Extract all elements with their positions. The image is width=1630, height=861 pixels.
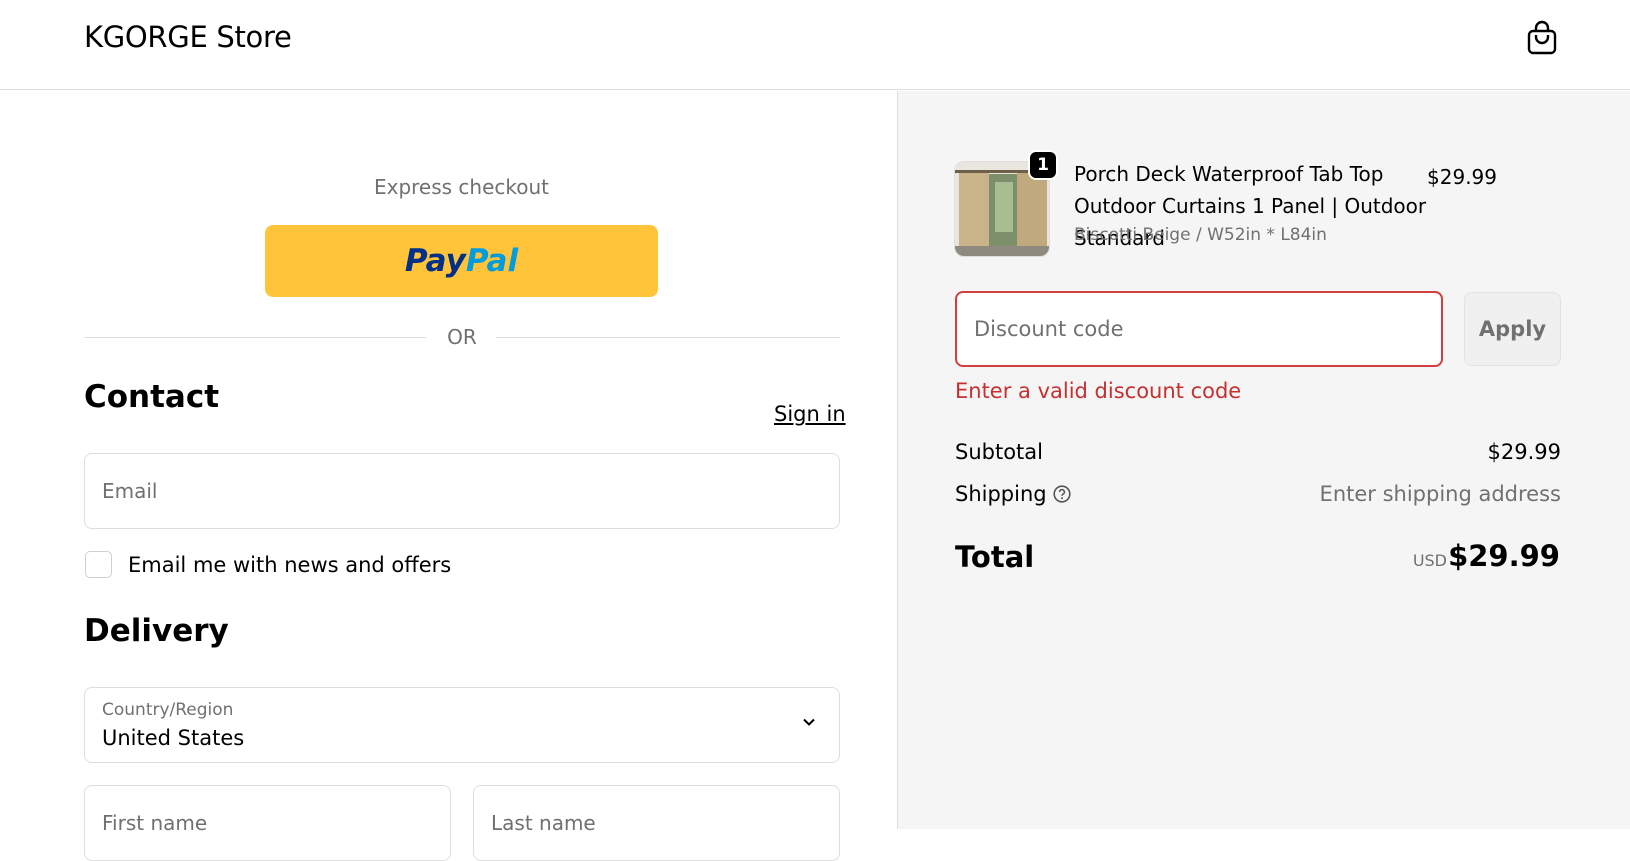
- shipping-label-group: Shipping: [955, 482, 1071, 506]
- chevron-down-icon: [803, 718, 815, 726]
- store-name[interactable]: KGORGE Store: [84, 20, 292, 54]
- subtotal-label: Subtotal: [955, 440, 1043, 464]
- discount-placeholder: Discount code: [974, 317, 1124, 341]
- delivery-title: Delivery: [84, 613, 229, 649]
- email-field[interactable]: Email: [84, 453, 840, 529]
- discount-error-message: Enter a valid discount code: [955, 379, 1242, 403]
- shopping-bag-icon[interactable]: [1526, 20, 1558, 56]
- shipping-label: Shipping: [955, 482, 1047, 506]
- first-name-placeholder: First name: [102, 811, 208, 835]
- first-name-field[interactable]: First name: [84, 785, 451, 861]
- country-label: Country/Region: [102, 700, 234, 720]
- discount-code-input[interactable]: Discount code: [955, 291, 1443, 367]
- express-checkout-label: Express checkout: [373, 175, 550, 199]
- contact-title: Contact: [84, 379, 220, 415]
- divider-line: [496, 337, 840, 338]
- help-icon[interactable]: [1053, 485, 1071, 503]
- order-summary: 1 Porch Deck Waterproof Tab Top Outdoor …: [897, 91, 1630, 829]
- paypal-button[interactable]: Pay Pal: [265, 225, 658, 297]
- subtotal-value: $29.99: [1487, 440, 1561, 464]
- product-variant: Biscotti Beige / W52in * L84in: [1074, 225, 1327, 245]
- newsletter-label: Email me with news and offers: [128, 553, 452, 577]
- paypal-logo-pay: Pay: [404, 243, 466, 279]
- total-currency: USD: [1412, 551, 1447, 570]
- header: KGORGE Store: [0, 0, 1630, 90]
- sign-in-link[interactable]: Sign in: [774, 402, 846, 426]
- last-name-field[interactable]: Last name: [473, 785, 840, 861]
- apply-discount-button[interactable]: Apply: [1464, 292, 1561, 366]
- last-name-placeholder: Last name: [491, 811, 596, 835]
- quantity-badge: 1: [1028, 150, 1058, 180]
- product-price: $29.99: [1427, 165, 1497, 189]
- checkout-form: Express checkout Pay Pal OR Contact Sign …: [0, 91, 897, 861]
- total-value: $29.99: [1448, 539, 1560, 573]
- country-select[interactable]: Country/Region United States: [84, 687, 840, 763]
- or-divider: OR: [84, 323, 840, 353]
- total-label: Total: [955, 540, 1035, 574]
- country-value: United States: [102, 726, 245, 750]
- newsletter-checkbox[interactable]: [85, 551, 112, 578]
- paypal-logo-pal: Pal: [465, 243, 519, 279]
- shipping-value: Enter shipping address: [1319, 482, 1561, 506]
- email-placeholder: Email: [102, 479, 158, 503]
